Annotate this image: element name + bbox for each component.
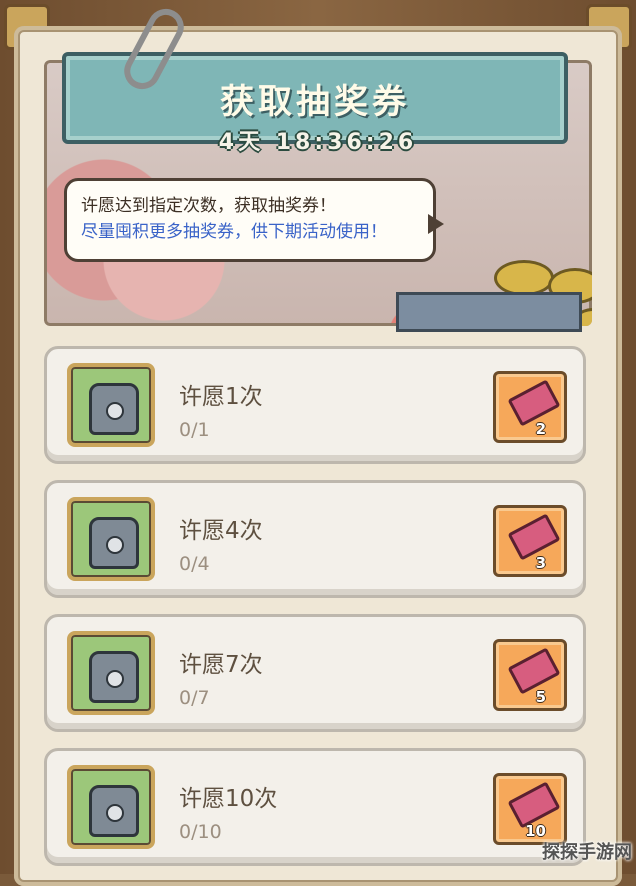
- task-progress: 0/10: [179, 821, 222, 843]
- task-progress: 0/4: [179, 553, 210, 575]
- task-title: 许愿7次: [179, 652, 263, 678]
- lottery-ticket-icon: [507, 379, 561, 427]
- task-row[interactable]: 许愿1次 0/1 2: [44, 346, 586, 464]
- task-icon-frame: [67, 765, 155, 849]
- reward-slot[interactable]: 10: [493, 773, 567, 845]
- task-row[interactable]: 许愿4次 0/4 3: [44, 480, 586, 598]
- task-progress: 0/7: [179, 687, 210, 709]
- task-icon-frame: [67, 631, 155, 715]
- wish-cauldron-icon: [89, 785, 139, 837]
- wish-cauldron-icon: [89, 383, 139, 435]
- speech-bubble-tail: [428, 214, 444, 234]
- speech-bubble: 许愿达到指定次数，获取抽奖券！ 尽量囤积更多抽奖券，供下期活动使用！: [64, 178, 436, 262]
- task-row[interactable]: 许愿7次 0/7 5: [44, 614, 586, 732]
- lottery-ticket-icon: [507, 647, 561, 695]
- reward-slot[interactable]: 5: [493, 639, 567, 711]
- reward-slot[interactable]: 3: [493, 505, 567, 577]
- reward-slot[interactable]: 2: [493, 371, 567, 443]
- task-icon-frame: [67, 497, 155, 581]
- reward-count: 2: [535, 420, 546, 438]
- wish-cauldron-icon: [89, 651, 139, 703]
- reward-count: 3: [535, 554, 546, 572]
- lottery-ticket-icon: [507, 513, 561, 561]
- countdown-timer: 4天 18:36:26: [218, 130, 418, 155]
- reward-count: 5: [535, 688, 546, 706]
- watermark: 探探手游网: [542, 842, 632, 863]
- task-title: 许愿1次: [179, 384, 263, 410]
- task-row[interactable]: 许愿10次 0/10 10: [44, 748, 586, 866]
- wish-cauldron-icon: [89, 517, 139, 569]
- speech-line-1: 许愿达到指定次数，获取抽奖券！: [81, 196, 336, 216]
- treasure-chest-icon: [396, 292, 582, 332]
- speech-line-2: 尽量囤积更多抽奖券，供下期活动使用！: [81, 222, 387, 242]
- task-title: 许愿4次: [179, 518, 263, 544]
- task-icon-frame: [67, 363, 155, 447]
- task-title: 许愿10次: [179, 786, 278, 812]
- task-progress: 0/1: [179, 419, 210, 441]
